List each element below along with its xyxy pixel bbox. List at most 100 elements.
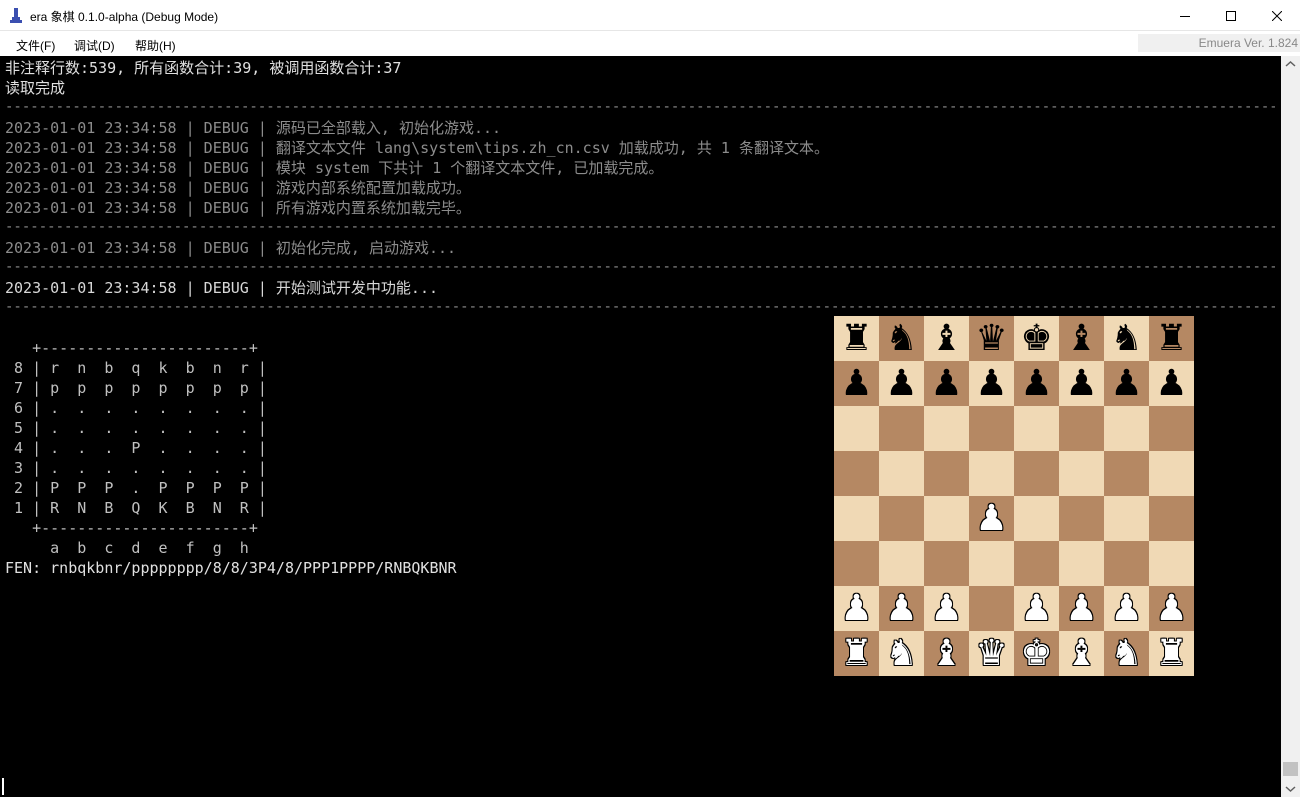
- board-square[interactable]: ♝: [924, 316, 969, 361]
- black-pawn-icon[interactable]: ♟: [1065, 361, 1097, 406]
- board-square[interactable]: [1059, 451, 1104, 496]
- board-square[interactable]: ♚: [1014, 631, 1059, 676]
- white-pawn-icon[interactable]: ♟: [1065, 586, 1097, 631]
- board-square[interactable]: ♛: [969, 631, 1014, 676]
- board-square[interactable]: ♚: [1014, 316, 1059, 361]
- board-square[interactable]: [1104, 451, 1149, 496]
- board-square[interactable]: ♟: [969, 361, 1014, 406]
- black-bishop-icon[interactable]: ♝: [1065, 316, 1097, 361]
- white-pawn-icon[interactable]: ♟: [885, 586, 917, 631]
- board-square[interactable]: ♜: [1149, 316, 1194, 361]
- board-square[interactable]: [969, 406, 1014, 451]
- board-square[interactable]: [1104, 496, 1149, 541]
- chess-board[interactable]: ♜ ♞ ♝ ♛ ♚ ♝ ♞ ♜ ♟ ♟ ♟ ♟ ♟ ♟ ♟ ♟ ♟ ♟ ♟ ♟ ♟ ♟ ♟ ♟ ♜ ♞ ♝ ♛ ♚ ♝ ♞ ♜: [834, 316, 1194, 676]
- board-square[interactable]: ♝: [1059, 316, 1104, 361]
- board-square[interactable]: ♟: [834, 361, 879, 406]
- board-square[interactable]: ♝: [924, 631, 969, 676]
- board-square[interactable]: [1149, 541, 1194, 586]
- board-square[interactable]: [969, 586, 1014, 631]
- black-pawn-icon[interactable]: ♟: [975, 361, 1007, 406]
- board-square[interactable]: [1149, 496, 1194, 541]
- scroll-down-icon[interactable]: [1281, 780, 1300, 797]
- minimize-button[interactable]: [1162, 0, 1208, 31]
- board-square[interactable]: [834, 496, 879, 541]
- black-king-icon[interactable]: ♚: [1020, 316, 1052, 361]
- white-pawn-icon[interactable]: ♟: [1110, 586, 1142, 631]
- black-pawn-icon[interactable]: ♟: [1020, 361, 1052, 406]
- board-square[interactable]: ♟: [1059, 361, 1104, 406]
- board-square[interactable]: ♜: [834, 316, 879, 361]
- board-square[interactable]: ♟: [1059, 586, 1104, 631]
- white-bishop-icon[interactable]: ♝: [930, 631, 962, 676]
- board-square[interactable]: [1014, 541, 1059, 586]
- white-bishop-icon[interactable]: ♝: [1065, 631, 1097, 676]
- white-pawn-icon[interactable]: ♟: [840, 586, 872, 631]
- board-square[interactable]: ♝: [1059, 631, 1104, 676]
- white-rook-icon[interactable]: ♜: [840, 631, 872, 676]
- white-pawn-icon[interactable]: ♟: [1155, 586, 1187, 631]
- white-knight-icon[interactable]: ♞: [885, 631, 917, 676]
- board-square[interactable]: ♞: [879, 631, 924, 676]
- board-square[interactable]: [879, 541, 924, 586]
- vertical-scrollbar[interactable]: [1281, 56, 1300, 797]
- board-square[interactable]: ♞: [1104, 631, 1149, 676]
- maximize-button[interactable]: [1208, 0, 1254, 31]
- black-pawn-icon[interactable]: ♟: [885, 361, 917, 406]
- board-square[interactable]: [924, 406, 969, 451]
- black-queen-icon[interactable]: ♛: [975, 316, 1007, 361]
- menu-file[interactable]: 文件(F): [16, 37, 55, 54]
- scroll-thumb[interactable]: [1283, 762, 1298, 776]
- board-square[interactable]: [834, 406, 879, 451]
- board-square[interactable]: [1104, 406, 1149, 451]
- black-knight-icon[interactable]: ♞: [885, 316, 917, 361]
- board-square[interactable]: [1059, 496, 1104, 541]
- board-square[interactable]: [879, 406, 924, 451]
- board-square[interactable]: ♟: [1014, 586, 1059, 631]
- scroll-up-icon[interactable]: [1281, 56, 1300, 73]
- board-square[interactable]: ♞: [1104, 316, 1149, 361]
- board-square[interactable]: ♟: [969, 496, 1014, 541]
- board-square[interactable]: [1014, 451, 1059, 496]
- black-knight-icon[interactable]: ♞: [1110, 316, 1142, 361]
- board-square[interactable]: ♟: [1104, 361, 1149, 406]
- white-queen-icon[interactable]: ♛: [975, 631, 1007, 676]
- black-pawn-icon[interactable]: ♟: [840, 361, 872, 406]
- black-pawn-icon[interactable]: ♟: [930, 361, 962, 406]
- board-square[interactable]: [1014, 406, 1059, 451]
- board-square[interactable]: ♟: [1014, 361, 1059, 406]
- board-square[interactable]: ♟: [1149, 361, 1194, 406]
- board-square[interactable]: ♞: [879, 316, 924, 361]
- white-pawn-icon[interactable]: ♟: [930, 586, 962, 631]
- board-square[interactable]: ♟: [924, 361, 969, 406]
- board-square[interactable]: ♟: [834, 586, 879, 631]
- close-button[interactable]: [1254, 0, 1300, 31]
- board-square[interactable]: [924, 541, 969, 586]
- board-square[interactable]: [1014, 496, 1059, 541]
- board-square[interactable]: [969, 451, 1014, 496]
- black-rook-icon[interactable]: ♜: [840, 316, 872, 361]
- board-square[interactable]: [1149, 406, 1194, 451]
- board-square[interactable]: [924, 496, 969, 541]
- board-square[interactable]: [969, 541, 1014, 586]
- board-square[interactable]: ♟: [1149, 586, 1194, 631]
- board-square[interactable]: [834, 541, 879, 586]
- board-square[interactable]: [924, 451, 969, 496]
- menu-help[interactable]: 帮助(H): [135, 37, 176, 54]
- board-square[interactable]: [1104, 541, 1149, 586]
- input-cursor[interactable]: [2, 778, 4, 795]
- board-square[interactable]: [879, 451, 924, 496]
- board-square[interactable]: ♜: [1149, 631, 1194, 676]
- white-pawn-icon[interactable]: ♟: [1020, 586, 1052, 631]
- board-square[interactable]: [1149, 451, 1194, 496]
- black-pawn-icon[interactable]: ♟: [1110, 361, 1142, 406]
- board-square[interactable]: ♛: [969, 316, 1014, 361]
- black-bishop-icon[interactable]: ♝: [930, 316, 962, 361]
- board-square[interactable]: [1059, 406, 1104, 451]
- board-square[interactable]: ♜: [834, 631, 879, 676]
- board-square[interactable]: ♟: [879, 361, 924, 406]
- white-knight-icon[interactable]: ♞: [1110, 631, 1142, 676]
- board-square[interactable]: [879, 496, 924, 541]
- white-pawn-icon[interactable]: ♟: [975, 496, 1007, 541]
- white-king-icon[interactable]: ♚: [1020, 631, 1052, 676]
- white-rook-icon[interactable]: ♜: [1155, 631, 1187, 676]
